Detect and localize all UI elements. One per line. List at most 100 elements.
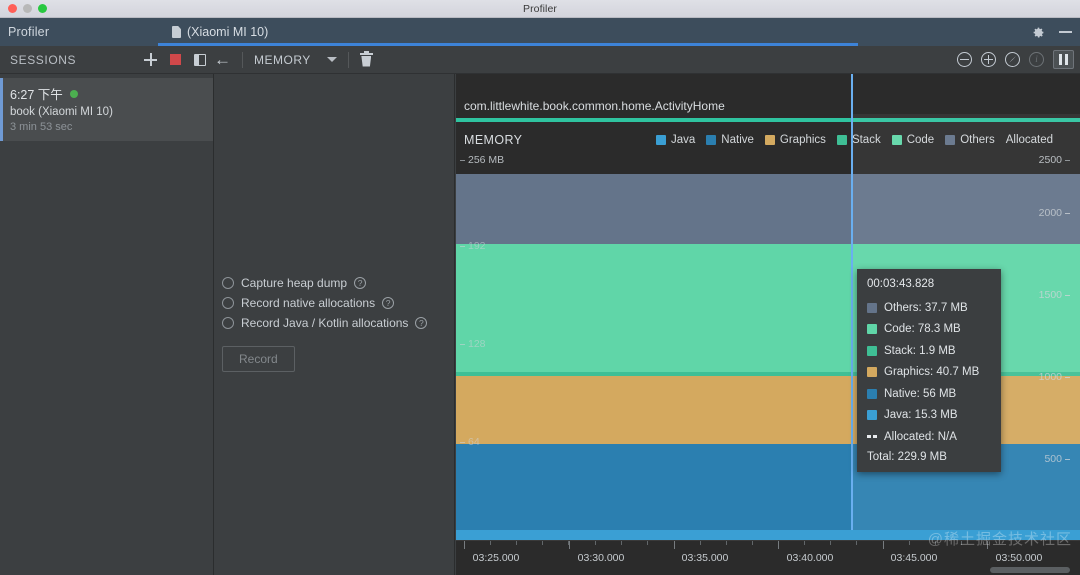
time-axis: 03:25.000 03:30.000 03:35.000 03:40.000 … bbox=[456, 540, 1080, 575]
tooltip-label: Others: 37.7 MB bbox=[884, 302, 968, 314]
y-axis-left-tick-192: 192 bbox=[468, 240, 486, 252]
stage-dropdown-label: MEMORY bbox=[254, 53, 311, 67]
tooltip-row-graphics: Graphics: 40.7 MB bbox=[867, 362, 991, 384]
activity-name-label: com.littlewhite.book.common.home.Activit… bbox=[464, 99, 725, 113]
radio-icon[interactable] bbox=[222, 277, 234, 289]
time-tick-label: 03:50.000 bbox=[996, 552, 1043, 564]
window-controls[interactable] bbox=[1032, 18, 1072, 46]
memory-tooltip: 00:03:43.828 Others: 37.7 MB Code: 78.3 … bbox=[857, 269, 1001, 472]
capture-options-panel: Capture heap dump ? Record native alloca… bbox=[215, 74, 455, 575]
toolbar-divider-2 bbox=[348, 52, 349, 68]
help-icon[interactable]: ? bbox=[382, 297, 394, 309]
profiler-toolbar: SESSIONS ← MEMORY i bbox=[0, 46, 1080, 74]
legend-item-native[interactable]: Native bbox=[706, 134, 754, 146]
tooltip-row-java: Java: 15.3 MB bbox=[867, 405, 991, 427]
legend-item-graphics[interactable]: Graphics bbox=[765, 134, 826, 146]
session-app-label: book (Xiaomi MI 10) bbox=[10, 106, 205, 118]
radio-icon[interactable] bbox=[222, 317, 234, 329]
legend-label: Native bbox=[721, 134, 754, 146]
session-duration-label: 3 min 53 sec bbox=[10, 121, 205, 133]
y-axis-left-max-label: 256 MB bbox=[468, 154, 504, 166]
back-arrow-icon[interactable]: ← bbox=[214, 51, 231, 68]
time-tick-label: 03:30.000 bbox=[578, 552, 625, 564]
tooltip-swatch-icon bbox=[867, 389, 877, 399]
tooltip-timestamp: 00:03:43.828 bbox=[867, 278, 991, 290]
record-button[interactable]: Record bbox=[222, 346, 295, 372]
sessions-panel: 6:27 下午 book (Xiaomi MI 10) 3 min 53 sec bbox=[0, 74, 214, 575]
pause-icon[interactable] bbox=[1053, 50, 1074, 69]
option-capture-heap-dump[interactable]: Capture heap dump ? bbox=[222, 273, 427, 293]
macos-title-bar: Profiler bbox=[0, 0, 1080, 18]
sessions-header-label: SESSIONS bbox=[10, 53, 76, 67]
zoom-out-icon[interactable] bbox=[957, 52, 972, 67]
option-label: Record Java / Kotlin allocations bbox=[241, 316, 408, 330]
zoom-controls: i bbox=[957, 50, 1074, 69]
stage-dropdown[interactable]: MEMORY bbox=[254, 53, 337, 67]
tab-device-label: (Xiaomi MI 10) bbox=[187, 25, 268, 39]
legend-label: Java bbox=[671, 134, 695, 146]
option-label: Capture heap dump bbox=[241, 276, 347, 290]
time-tick-label: 03:45.000 bbox=[891, 552, 938, 564]
legend-item-java[interactable]: Java bbox=[656, 134, 695, 146]
y-axis-left-tick-64: 64 bbox=[468, 436, 480, 448]
legend-swatch-icon bbox=[656, 135, 666, 145]
tooltip-label: Code: 78.3 MB bbox=[884, 323, 961, 335]
horizontal-scrollbar[interactable] bbox=[990, 567, 1070, 573]
profiler-app-label: Profiler bbox=[8, 25, 49, 39]
trash-icon[interactable] bbox=[360, 53, 373, 67]
tooltip-swatch-icon bbox=[867, 303, 877, 313]
gear-icon[interactable] bbox=[1032, 26, 1045, 39]
option-record-native-allocations[interactable]: Record native allocations ? bbox=[222, 293, 427, 313]
tooltip-dashed-line-icon bbox=[867, 435, 878, 438]
session-actions bbox=[144, 53, 206, 66]
window-title: Profiler bbox=[0, 3, 1080, 15]
session-list-item[interactable]: 6:27 下午 book (Xiaomi MI 10) 3 min 53 sec bbox=[0, 78, 213, 141]
time-tick-label: 03:25.000 bbox=[473, 552, 520, 564]
activity-timeline-band: com.littlewhite.book.common.home.Activit… bbox=[456, 74, 1080, 114]
profiler-tab-strip: Profiler (Xiaomi MI 10) bbox=[0, 18, 1080, 46]
help-icon[interactable]: ? bbox=[354, 277, 366, 289]
option-record-java-kotlin-allocations[interactable]: Record Java / Kotlin allocations ? bbox=[222, 313, 427, 333]
zoom-in-icon[interactable] bbox=[981, 52, 996, 67]
time-tick-label: 03:35.000 bbox=[682, 552, 729, 564]
session-row-header: 6:27 下午 bbox=[10, 84, 205, 103]
memory-title-label: MEMORY bbox=[464, 133, 522, 147]
tooltip-swatch-icon bbox=[867, 367, 877, 377]
tooltip-label: Java: 15.3 MB bbox=[884, 409, 958, 421]
tooltip-label: Graphics: 40.7 MB bbox=[884, 366, 979, 378]
stage-selector-group: ← MEMORY bbox=[214, 51, 373, 68]
split-panes-icon[interactable] bbox=[194, 54, 206, 66]
minimize-icon[interactable] bbox=[1059, 31, 1072, 33]
chevron-down-icon[interactable] bbox=[327, 57, 337, 62]
java-series-bottom-strip bbox=[456, 530, 1080, 540]
tooltip-total-label: Total: 229.9 MB bbox=[867, 451, 991, 463]
tooltip-row-allocated: Allocated: N/A bbox=[867, 426, 991, 448]
tooltip-row-stack: Stack: 1.9 MB bbox=[867, 340, 991, 362]
info-icon[interactable]: i bbox=[1029, 52, 1044, 67]
tooltip-swatch-icon bbox=[867, 410, 877, 420]
tooltip-label: Stack: 1.9 MB bbox=[884, 345, 956, 357]
session-live-indicator-icon bbox=[70, 90, 78, 98]
tooltip-row-code: Code: 78.3 MB bbox=[867, 319, 991, 341]
help-icon[interactable]: ? bbox=[415, 317, 427, 329]
tab-device-session[interactable]: (Xiaomi MI 10) bbox=[158, 18, 858, 46]
file-icon bbox=[172, 26, 181, 38]
legend-swatch-icon bbox=[837, 135, 847, 145]
add-session-icon[interactable] bbox=[144, 53, 157, 66]
memory-chart-area: com.littlewhite.book.common.home.Activit… bbox=[456, 74, 1080, 575]
y-axis-left-tick-128: 128 bbox=[468, 338, 486, 350]
legend-swatch-icon bbox=[706, 135, 716, 145]
stop-recording-icon[interactable] bbox=[170, 54, 181, 65]
legend-label: Graphics bbox=[780, 134, 826, 146]
tooltip-label: Native: 56 MB bbox=[884, 388, 956, 400]
tooltip-row-others: Others: 37.7 MB bbox=[867, 297, 991, 319]
time-cursor-line[interactable] bbox=[851, 74, 853, 554]
radio-icon[interactable] bbox=[222, 297, 234, 309]
capture-options-list: Capture heap dump ? Record native alloca… bbox=[222, 273, 427, 333]
option-label: Record native allocations bbox=[241, 296, 375, 310]
time-tick-label: 03:40.000 bbox=[787, 552, 834, 564]
session-time-label: 6:27 下午 bbox=[10, 84, 63, 103]
tooltip-swatch-icon bbox=[867, 346, 877, 356]
reset-zoom-icon[interactable] bbox=[1005, 52, 1020, 67]
tooltip-row-native: Native: 56 MB bbox=[867, 383, 991, 405]
